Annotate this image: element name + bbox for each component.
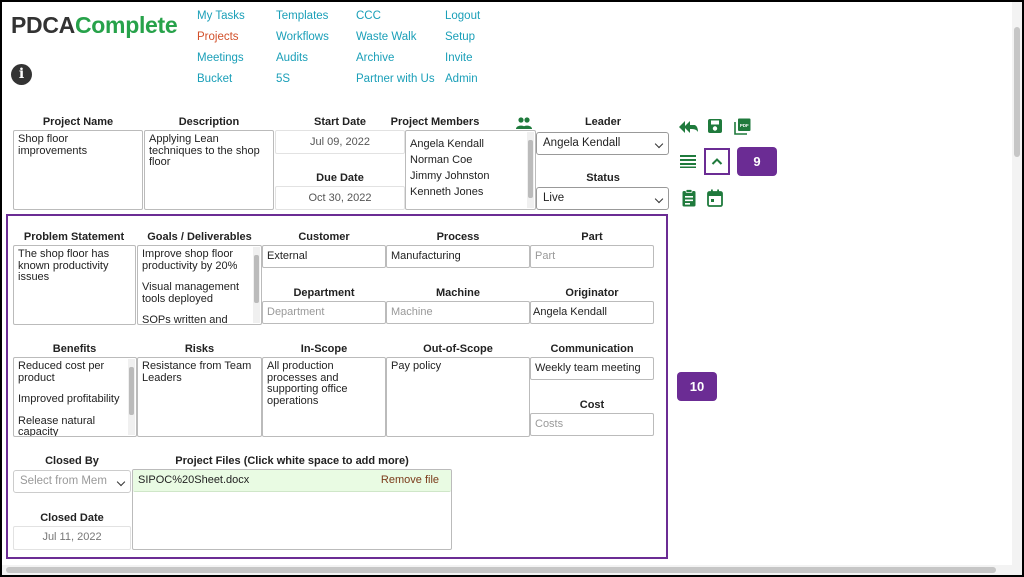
nav-admin[interactable]: Admin — [445, 73, 478, 85]
svg-text:PDF: PDF — [740, 123, 749, 128]
process-label: Process — [436, 231, 480, 243]
remove-file-link[interactable]: Remove file — [381, 474, 439, 487]
page-horizontal-scrollbar[interactable] — [2, 565, 1012, 575]
nav-waste-walk[interactable]: Waste Walk — [356, 31, 417, 43]
nav-bucket[interactable]: Bucket — [197, 73, 232, 85]
goal-item: Improve shop floor productivity by 20% — [142, 248, 238, 272]
part-field[interactable]: Part — [530, 245, 654, 268]
nav-workflows[interactable]: Workflows — [276, 31, 329, 43]
chevron-up-icon — [711, 158, 723, 165]
benefit-item: Improved profitability — [18, 393, 120, 406]
benefits-label: Benefits — [52, 343, 97, 355]
callout-badge-9: 9 — [737, 147, 777, 176]
goals-scrollbar[interactable] — [253, 247, 260, 323]
closed-by-label: Closed By — [45, 455, 99, 467]
reply-all-icon[interactable] — [679, 119, 699, 135]
clipboard-icon[interactable] — [682, 189, 696, 207]
closed-by-select[interactable]: Select from Mem — [13, 470, 131, 493]
nav-meetings[interactable]: Meetings — [197, 52, 244, 64]
communication-field[interactable]: Weekly team meeting — [530, 357, 654, 380]
file-row: SIPOC%20Sheet.docx Remove file — [133, 470, 451, 492]
benefit-item: Release natural capacity — [18, 414, 96, 437]
collapse-button[interactable] — [704, 148, 730, 175]
nav-5s[interactable]: 5S — [276, 73, 290, 85]
benefit-item: Reduced cost per product — [18, 360, 105, 384]
customer-field[interactable]: External — [262, 245, 386, 268]
description-label: Description — [178, 116, 240, 128]
problem-statement-field[interactable]: The shop floor has known productivity is… — [13, 245, 136, 325]
risks-field[interactable]: Resistance from Team Leaders — [137, 357, 262, 437]
cost-field[interactable]: Costs — [530, 413, 654, 436]
project-files-label: Project Files (Click white space to add … — [175, 455, 409, 467]
file-name[interactable]: SIPOC%20Sheet.docx — [138, 474, 249, 486]
out-of-scope-label: Out-of-Scope — [423, 343, 493, 355]
pdf-icon[interactable]: PDF — [734, 118, 751, 135]
leader-select[interactable]: Angela Kendall — [536, 132, 669, 155]
member-item[interactable]: Norman Coe — [410, 152, 531, 168]
machine-label: Machine — [435, 287, 480, 299]
customer-label: Customer — [298, 231, 350, 243]
save-icon[interactable] — [707, 118, 723, 134]
app-window: PDCAComplete i My Tasks Projects Meeting… — [2, 2, 1022, 575]
machine-field[interactable]: Machine — [386, 301, 530, 324]
nav-logout[interactable]: Logout — [445, 10, 480, 22]
department-label: Department — [293, 287, 355, 299]
group-icon[interactable] — [516, 116, 532, 130]
nav-audits[interactable]: Audits — [276, 52, 308, 64]
page-vertical-scrollbar[interactable] — [1012, 2, 1022, 575]
nav-projects[interactable]: Projects — [197, 31, 239, 43]
benefits-field[interactable]: Reduced cost per product Improved profit… — [13, 357, 137, 437]
originator-field[interactable]: Angela Kendall — [530, 301, 654, 324]
project-members-label: Project Members — [390, 116, 480, 128]
nav-templates[interactable]: Templates — [276, 10, 328, 22]
problem-statement-label: Problem Statement — [23, 231, 125, 243]
calendar-icon[interactable] — [707, 189, 723, 207]
list-icon[interactable] — [680, 154, 696, 168]
project-files-dropzone[interactable]: SIPOC%20Sheet.docx Remove file — [132, 469, 452, 550]
nav-ccc[interactable]: CCC — [356, 10, 381, 22]
communication-label: Communication — [550, 343, 634, 355]
nav-setup[interactable]: Setup — [445, 31, 475, 43]
goal-item: Visual management tools deployed — [142, 281, 240, 305]
leader-label: Leader — [584, 116, 622, 128]
closed-date-field[interactable]: Jul 11, 2022 — [13, 526, 131, 550]
project-members-list[interactable]: Angela Kendall Norman Coe Jimmy Johnston… — [405, 130, 536, 210]
nav-invite[interactable]: Invite — [445, 52, 473, 64]
risks-label: Risks — [184, 343, 215, 355]
part-label: Part — [581, 231, 603, 243]
in-scope-label: In-Scope — [300, 343, 348, 355]
due-date-label: Due Date — [316, 172, 364, 184]
members-scrollbar[interactable] — [527, 132, 534, 208]
closed-date-label: Closed Date — [40, 512, 104, 524]
goal-item: SOPs written and — [142, 314, 228, 325]
logo[interactable]: PDCAComplete — [11, 12, 178, 39]
project-name-label: Project Name — [42, 116, 114, 128]
goals-field[interactable]: Improve shop floor productivity by 20% V… — [137, 245, 262, 325]
cost-label: Cost — [579, 399, 605, 411]
status-label: Status — [586, 172, 620, 184]
department-field[interactable]: Department — [262, 301, 386, 324]
goals-label: Goals / Deliverables — [147, 231, 252, 243]
due-date-field[interactable]: Oct 30, 2022 — [275, 186, 405, 210]
nav-archive[interactable]: Archive — [356, 52, 394, 64]
originator-label: Originator — [565, 287, 619, 299]
nav-my-tasks[interactable]: My Tasks — [197, 10, 245, 22]
member-item[interactable]: Jimmy Johnston — [410, 168, 531, 184]
callout-badge-10: 10 — [677, 372, 717, 401]
benefits-scrollbar[interactable] — [128, 359, 135, 435]
status-select[interactable]: Live — [536, 187, 669, 210]
nav-partner[interactable]: Partner with Us — [356, 73, 435, 85]
member-item[interactable]: Kenneth Jones — [410, 184, 531, 200]
member-item[interactable]: Angela Kendall — [410, 136, 531, 152]
start-date-field[interactable]: Jul 09, 2022 — [275, 130, 405, 154]
in-scope-field[interactable]: All production processes and supporting … — [262, 357, 386, 437]
info-icon[interactable]: i — [11, 64, 32, 85]
out-of-scope-field[interactable]: Pay policy — [386, 357, 530, 437]
description-field[interactable]: Applying Lean techniques to the shop flo… — [144, 130, 274, 210]
process-field[interactable]: Manufacturing — [386, 245, 530, 268]
start-date-label: Start Date — [314, 116, 366, 128]
project-name-field[interactable]: Shop floor improvements — [13, 130, 143, 210]
